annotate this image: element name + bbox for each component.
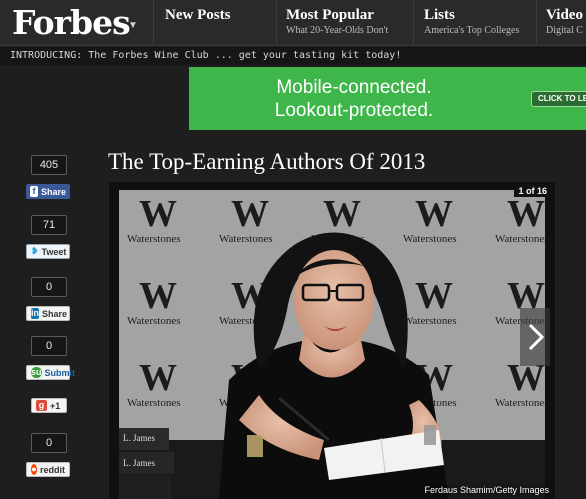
linkedin-icon: in xyxy=(31,308,39,319)
linkedin-share-count: 0 xyxy=(31,277,67,297)
reddit-share-label: reddit xyxy=(39,464,65,475)
linkedin-share-label: Share xyxy=(42,308,68,319)
slide-counter: 1 of 16 xyxy=(514,185,551,197)
chevron-right-icon xyxy=(528,323,545,351)
nav-item-subtitle: Digital C xyxy=(546,25,583,36)
nav-divider xyxy=(413,0,414,46)
nav-item-new-posts[interactable]: New Posts xyxy=(165,0,275,46)
nav-item-title: Lists xyxy=(424,7,455,23)
top-navigation-bar: Forbes ▼ New Posts Most Popular What 20-… xyxy=(0,0,586,46)
twitter-tweet-button[interactable]: ❥ Tweet xyxy=(26,244,70,259)
stumbleupon-icon: su xyxy=(31,367,42,378)
google-plus-icon: g xyxy=(36,400,47,411)
twitter-bird-icon: ❥ xyxy=(31,246,39,256)
social-share-column: 405 f Share 71 ❥ Tweet 0 in Share 0 su S… xyxy=(0,130,100,499)
slideshow: W Waterstones L. James L. James xyxy=(109,182,555,499)
stumbleupon-count: 0 xyxy=(31,336,67,356)
next-slide-button[interactable] xyxy=(520,308,550,366)
nav-item-title: New Posts xyxy=(165,7,231,23)
nav-item-subtitle: America's Top Colleges xyxy=(424,25,520,36)
twitter-tweet-count: 71 xyxy=(31,215,67,235)
chevron-down-icon[interactable]: ▼ xyxy=(128,20,138,31)
stumbleupon-submit-label: Submit xyxy=(44,367,76,378)
facebook-share-count: 405 xyxy=(31,155,67,175)
ad-cta-button[interactable]: CLICK TO LEARN MORE xyxy=(531,91,586,107)
nav-divider xyxy=(276,0,277,46)
facebook-icon: f xyxy=(30,186,38,197)
reddit-share-button[interactable]: ● reddit xyxy=(26,462,70,477)
nav-item-most-popular[interactable]: Most Popular What 20-Year-Olds Don't xyxy=(286,0,410,46)
linkedin-share-button[interactable]: in Share xyxy=(26,306,70,321)
reddit-count: 0 xyxy=(31,433,67,453)
advertisement-banner[interactable]: Mobile-connected. Lookout-protected. CLI… xyxy=(189,67,586,130)
nav-item-title: Video xyxy=(546,7,583,23)
svg-text:L. James: L. James xyxy=(123,458,155,468)
ad-headline-line-1: Mobile-connected. xyxy=(276,77,432,98)
facebook-share-label: Share xyxy=(40,186,66,197)
photo-credit: Ferdaus Shamim/Getty Images xyxy=(424,485,549,495)
google-plus-one-button[interactable]: g +1 xyxy=(31,398,67,413)
page-title: The Top-Earning Authors Of 2013 xyxy=(108,149,426,174)
ad-headline-line-2: Lookout-protected. xyxy=(274,100,434,121)
slideshow-photo[interactable]: W Waterstones L. James L. James xyxy=(119,190,545,499)
promo-ticker[interactable]: INTRODUCING: The Forbes Wine Club ... ge… xyxy=(0,47,586,65)
facebook-share-button[interactable]: f Share xyxy=(26,184,70,199)
forbes-logo[interactable]: Forbes xyxy=(12,3,131,42)
reddit-alien-icon: ● xyxy=(31,464,37,475)
nav-divider xyxy=(153,0,154,46)
google-plus-label: +1 xyxy=(50,400,61,411)
nav-item-title: Most Popular xyxy=(286,7,374,23)
nav-item-subtitle: What 20-Year-Olds Don't xyxy=(286,25,389,36)
nav-item-lists[interactable]: Lists America's Top Colleges xyxy=(424,0,534,46)
nav-item-video[interactable]: Video Digital C xyxy=(546,0,586,46)
stumbleupon-submit-button[interactable]: su Submit xyxy=(26,365,75,380)
twitter-tweet-label: Tweet xyxy=(41,246,67,257)
book-spine-label: L. James xyxy=(123,433,155,443)
author-signing-photo: W Waterstones L. James L. James xyxy=(119,190,545,499)
nav-divider xyxy=(536,0,537,46)
